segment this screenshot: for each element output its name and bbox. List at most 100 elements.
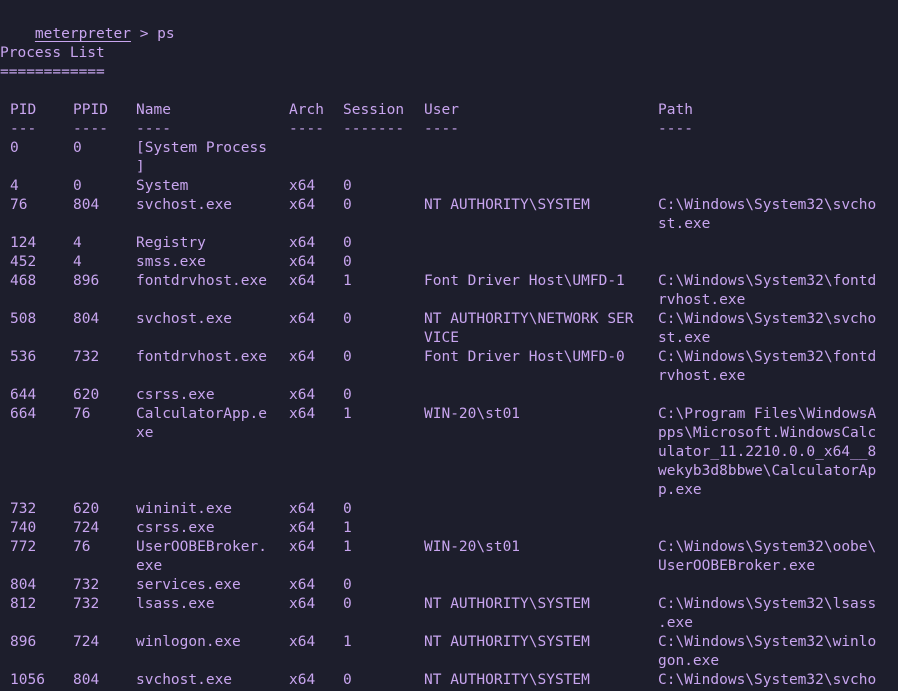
cell-path: st.exe	[658, 216, 711, 232]
cell-arch: x64	[289, 634, 316, 650]
terminal-window[interactable]: meterpreter > ps Process List ==========…	[0, 0, 898, 691]
cell-pid: 732	[10, 501, 37, 517]
header-name: Name	[136, 102, 171, 118]
cell-ppid: 732	[73, 577, 100, 593]
cell-pid: 812	[10, 596, 37, 612]
process-list-title: Process List	[0, 45, 105, 61]
cell-ppid: 804	[73, 672, 100, 688]
prompt-line: meterpreter > ps	[0, 6, 175, 42]
header-user: User	[424, 102, 459, 118]
cell-pid: 536	[10, 349, 37, 365]
cell-session: 0	[343, 577, 352, 593]
cell-path: C:\Windows\System32\fontd	[658, 273, 877, 289]
table-row: 740 724 csrss.exe x64 1	[0, 519, 898, 538]
cell-ppid: 4	[73, 235, 82, 251]
table-row: 508 804 svchost.exe x64 0 NT AUTHORITY\NETWOR…	[0, 310, 898, 348]
cell-path: C:\Windows\System32\svcho	[658, 197, 877, 213]
cell-name: winlogon.exe	[136, 634, 241, 650]
cell-user: WIN-20\st01	[424, 406, 521, 422]
prompt-command: ps	[157, 26, 175, 42]
cell-session: 0	[343, 254, 352, 270]
cell-path: C:\Windows\System32\svcho	[658, 672, 877, 688]
cell-name: svchost.exe	[136, 311, 233, 327]
table-row: 468 896 fontdrvhost.exe x64 1 Font Driver Hos…	[0, 272, 898, 310]
cell-ppid: 76	[73, 539, 91, 555]
cell-path: rvhost.exe	[658, 368, 746, 384]
separator-path: ----	[658, 121, 693, 137]
cell-pid: 0	[10, 140, 19, 156]
cell-name: svchost.exe	[136, 672, 233, 688]
cell-session: 1	[343, 520, 352, 536]
cell-pid: 644	[10, 387, 37, 403]
cell-session: 0	[343, 197, 352, 213]
separator-name: ----	[136, 121, 171, 137]
cell-arch: x64	[289, 577, 316, 593]
cell-ppid: 620	[73, 387, 100, 403]
cell-pid: 452	[10, 254, 37, 270]
cell-session: 0	[343, 387, 352, 403]
table-row: 452 4 smss.exe x64 0	[0, 253, 898, 272]
header-path: Path	[658, 102, 693, 118]
cell-ppid: 724	[73, 520, 100, 536]
prompt-session-name: meterpreter	[34, 26, 131, 42]
cell-ppid: 896	[73, 273, 100, 289]
cell-pid: 124	[10, 235, 37, 251]
cell-name: Registry	[136, 235, 206, 251]
cell-path: rvhost.exe	[658, 292, 746, 308]
table-row: 812 732 lsass.exe x64 0 NT AUTHORITY\SYSTEM C:…	[0, 595, 898, 633]
table-row: 772 76 UserOOBEBroker. exe x64 1 WIN-20\st01 C:…	[0, 538, 898, 576]
cell-ppid: 804	[73, 311, 100, 327]
cell-arch: x64	[289, 254, 316, 270]
cell-path: p.exe	[658, 482, 702, 498]
cell-user: NT AUTHORITY\SYSTEM	[424, 672, 590, 688]
cell-ppid: 732	[73, 596, 100, 612]
table-row: 896 724 winlogon.exe x64 1 NT AUTHORITY\SYSTE…	[0, 633, 898, 671]
separator-arch: ----	[289, 121, 324, 137]
cell-session: 1	[343, 273, 352, 289]
separator-pid: ---	[10, 121, 37, 137]
cell-path: gon.exe	[658, 653, 720, 669]
cell-arch: x64	[289, 273, 316, 289]
cell-user: NT AUTHORITY\SYSTEM	[424, 634, 590, 650]
cell-session: 0	[343, 596, 352, 612]
cell-session: 0	[343, 178, 352, 194]
cell-session: 0	[343, 501, 352, 517]
table-row: 0 0 [System Process]	[0, 139, 898, 177]
cell-session: 0	[343, 672, 352, 688]
cell-path: C:\Windows\System32\svcho	[658, 311, 877, 327]
table-row: 664 76 CalculatorApp.e xe x64 1 WIN-20\st01 C:\…	[0, 405, 898, 500]
table-row: 1056 804 svchost.exe x64 0 NT AUTHORITY\SYSTE…	[0, 671, 898, 690]
cell-arch: x64	[289, 406, 316, 422]
cell-pid: 804	[10, 577, 37, 593]
cell-arch: x64	[289, 596, 316, 612]
cell-arch: x64	[289, 349, 316, 365]
process-list-title-rule: ============	[0, 64, 105, 80]
cell-session: 0	[343, 311, 352, 327]
cell-arch: x64	[289, 197, 316, 213]
cell-path: C:\Windows\System32\lsass	[658, 596, 877, 612]
cell-name: ]	[136, 159, 145, 175]
cell-pid: 4	[10, 178, 19, 194]
cell-pid: 664	[10, 406, 37, 422]
cell-pid: 772	[10, 539, 37, 555]
cell-name: exe	[136, 558, 163, 574]
cell-user: Font Driver Host\UMFD-1	[424, 273, 625, 289]
cell-pid: 468	[10, 273, 37, 289]
header-session: Session	[343, 102, 405, 118]
cell-ppid: 620	[73, 501, 100, 517]
cell-name: smss.exe	[136, 254, 206, 270]
cell-user: NT AUTHORITY\NETWORK SER	[424, 311, 634, 327]
cell-ppid: 0	[73, 140, 82, 156]
cell-arch: x64	[289, 672, 316, 688]
table-row: 76 804 svchost.exe x64 0 NT AUTHORITY\SYSTEM C…	[0, 196, 898, 234]
cell-ppid: 0	[73, 178, 82, 194]
cell-name: fontdrvhost.exe	[136, 273, 267, 289]
header-arch: Arch	[289, 102, 324, 118]
cell-name: csrss.exe	[136, 387, 215, 403]
table-row: 804 732 services.exe x64 0	[0, 576, 898, 595]
cell-path: UserOOBEBroker.exe	[658, 558, 816, 574]
separator-ppid: ----	[73, 121, 108, 137]
cell-name: services.exe	[136, 577, 241, 593]
cell-user: NT AUTHORITY\SYSTEM	[424, 197, 590, 213]
cell-name: xe	[136, 425, 154, 441]
